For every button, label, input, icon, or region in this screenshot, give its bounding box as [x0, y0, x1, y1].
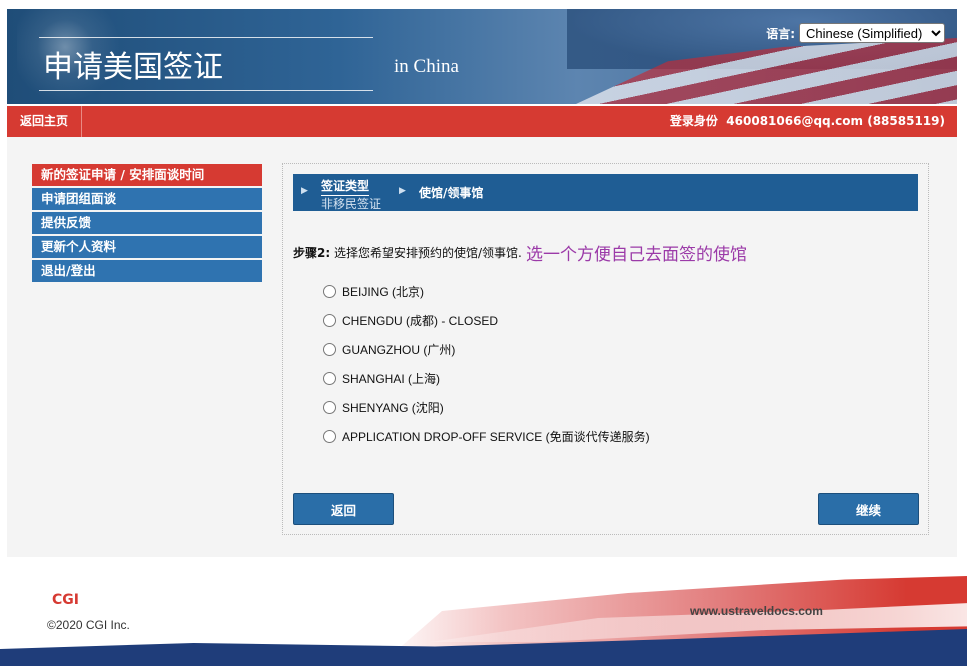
radio-button[interactable] [323, 372, 336, 385]
main-content: 新的签证申请 / 安排面谈时间 申请团组面谈 提供反馈 更新个人资料 退出/登出… [7, 137, 957, 557]
annotation-note: 选一个方便自己去面签的使馆 [526, 245, 747, 265]
step2-title: 使馆/领事馆 [419, 186, 484, 200]
sidebar-item-feedback[interactable]: 提供反馈 [32, 212, 262, 234]
radio-button[interactable] [323, 314, 336, 327]
step-progress-bar: ▶ 签证类型 非移民签证 ▶ 使馆/领事馆 [293, 174, 918, 211]
site-subtitle: in China [394, 56, 459, 77]
login-label: 登录身份 [669, 114, 718, 128]
step-arrow-icon: ▶ [399, 186, 406, 196]
instruction-body: 选择您希望安排预约的使馆/领事馆. [333, 246, 522, 260]
home-link[interactable]: 返回主页 [7, 106, 83, 137]
option-beijing[interactable]: BEIJING (北京) [323, 277, 650, 306]
language-selector: 语言: Chinese (Simplified) [766, 23, 945, 43]
option-drop-off[interactable]: APPLICATION DROP-OFF SERVICE (免面谈代传递服务) [323, 422, 650, 451]
login-info: 登录身份 460081066@qq.com (88585119) [670, 106, 945, 137]
option-label: SHENYANG (沈阳) [342, 401, 444, 415]
continue-button[interactable]: 继续 [818, 493, 919, 525]
copyright-text: ©2020 CGI Inc. [47, 618, 130, 632]
footer: CGI ©2020 CGI Inc. www.ustraveldocs.com [0, 557, 967, 666]
option-shenyang[interactable]: SHENYANG (沈阳) [323, 393, 650, 422]
step-label: 步骤2: [293, 246, 331, 260]
option-label: BEIJING (北京) [342, 285, 425, 299]
sidebar-item-logout[interactable]: 退出/登出 [32, 260, 262, 282]
site-url: www.ustraveldocs.com [690, 604, 823, 618]
site-title: 申请美国签证 [39, 37, 373, 91]
language-select[interactable]: Chinese (Simplified) [799, 23, 945, 43]
cgi-logo: CGI [52, 592, 79, 608]
step1-value: 非移民签证 [321, 197, 382, 211]
site-header: 申请美国签证 in China 语言: Chinese (Simplified) [7, 9, 957, 104]
option-label: CHENGDU (成都) - CLOSED [342, 314, 499, 328]
consulate-panel: ▶ 签证类型 非移民签证 ▶ 使馆/领事馆 步骤2: 选择您希望安排预约的使馆/… [282, 163, 929, 535]
instruction-text: 步骤2: 选择您希望安排预约的使馆/领事馆. [293, 244, 522, 261]
consulate-options: BEIJING (北京) CHENGDU (成都) - CLOSED GUANG… [323, 277, 650, 451]
language-label: 语言: [766, 26, 795, 41]
back-button[interactable]: 返回 [293, 493, 394, 525]
option-label: APPLICATION DROP-OFF SERVICE (免面谈代传递服务) [342, 430, 650, 444]
option-guangzhou[interactable]: GUANGZHOU (广州) [323, 335, 650, 364]
radio-button[interactable] [323, 343, 336, 356]
radio-button[interactable] [323, 430, 336, 443]
option-shanghai[interactable]: SHANGHAI (上海) [323, 364, 650, 393]
sidebar-item-update-profile[interactable]: 更新个人资料 [32, 236, 262, 258]
option-chengdu[interactable]: CHENGDU (成都) - CLOSED [323, 306, 650, 335]
option-label: GUANGZHOU (广州) [342, 343, 456, 357]
sidebar-item-group-interview[interactable]: 申请团组面谈 [32, 188, 262, 210]
step1-title: 签证类型 [321, 177, 370, 196]
radio-button[interactable] [323, 401, 336, 414]
login-user: 460081066@qq.com (88585119) [726, 114, 945, 128]
option-label: SHANGHAI (上海) [342, 372, 441, 386]
sidebar-item-new-application[interactable]: 新的签证申请 / 安排面谈时间 [32, 164, 262, 186]
radio-button[interactable] [323, 285, 336, 298]
top-nav-bar: 返回主页 登录身份 460081066@qq.com (88585119) [7, 106, 957, 137]
sidebar: 新的签证申请 / 安排面谈时间 申请团组面谈 提供反馈 更新个人资料 退出/登出 [32, 164, 262, 284]
step-arrow-icon: ▶ [301, 186, 308, 196]
